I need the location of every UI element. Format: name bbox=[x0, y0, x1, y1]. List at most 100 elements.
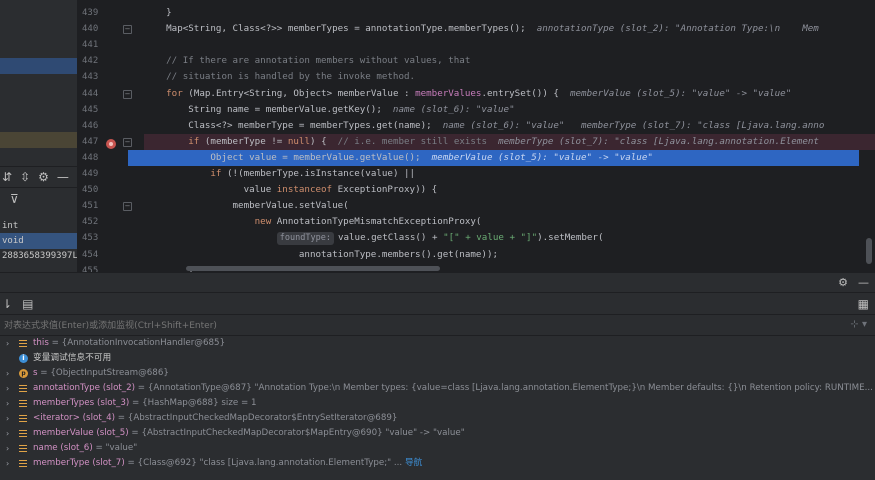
minimize-icon[interactable]: — bbox=[858, 276, 869, 289]
code-token: (memberType != bbox=[199, 135, 288, 147]
inline-debug-value: memberValue (slot_5): "value" -> "value" bbox=[558, 87, 792, 99]
code-line[interactable]: // situation is handled by the invoke me… bbox=[144, 69, 875, 85]
variable-text: <iterator> (slot_4) = {AbstractInputChec… bbox=[33, 411, 397, 426]
frame-row[interactable] bbox=[0, 0, 77, 16]
inline-debug-value: annotationType (slot_2): "Annotation Typ… bbox=[525, 23, 819, 35]
variable-row[interactable]: › memberValue (slot_5) = {AbstractInputCh… bbox=[0, 426, 875, 441]
code-token: (Map.Entry<String, Object> memberValue : bbox=[182, 87, 416, 99]
variable-row[interactable]: › name (slot_6) = "value" bbox=[0, 441, 875, 456]
gear-icon[interactable]: ⚙ bbox=[838, 276, 848, 289]
fold-icon[interactable]: − bbox=[123, 202, 132, 212]
field-icon bbox=[19, 415, 27, 422]
variable-row[interactable]: › this = {AnnotationInvocationHandler@685… bbox=[0, 336, 875, 351]
variable-value: = {AnnotationType@687} "Annotation Type:… bbox=[135, 383, 873, 393]
variable-name: memberValue (slot_5) bbox=[33, 428, 129, 438]
code-line[interactable]: new AnnotationTypeMismatchExceptionProxy… bbox=[144, 214, 875, 230]
expand-arrow-icon[interactable]: › bbox=[6, 441, 9, 456]
inline-debug-value: memberType (slot_7): "class [Ljava.lang.… bbox=[487, 135, 819, 147]
field-icon bbox=[19, 400, 27, 407]
frame-row[interactable] bbox=[0, 58, 77, 74]
history-dropdown-icon[interactable]: ⊹ ▾ bbox=[850, 319, 867, 330]
expand-arrow-icon[interactable]: › bbox=[6, 366, 9, 381]
minimize-icon[interactable]: — bbox=[57, 170, 69, 184]
fold-icon[interactable]: − bbox=[123, 137, 132, 147]
variable-row[interactable]: › annotationType (slot_2) = {AnnotationTy… bbox=[0, 381, 875, 396]
code-line[interactable] bbox=[144, 37, 875, 53]
variable-action-link[interactable]: 导航 bbox=[402, 458, 422, 468]
code-token: null bbox=[287, 135, 310, 147]
gear-icon[interactable]: ⚙ bbox=[38, 170, 49, 184]
frame-row[interactable] bbox=[0, 74, 77, 90]
table-icon[interactable]: ▤ bbox=[22, 297, 33, 311]
current-line-gutter-highlight bbox=[128, 149, 144, 166]
field-icon bbox=[19, 430, 27, 437]
code-line[interactable]: annotationType.members().get(name)); bbox=[144, 247, 875, 263]
code-line[interactable]: foundType: value.getClass() + "[" + value… bbox=[144, 230, 875, 246]
frame-row[interactable] bbox=[0, 90, 77, 106]
code-line[interactable]: Map<String, Class<?>> memberTypes = anno… bbox=[144, 21, 875, 37]
code-line[interactable]: value instanceof ExceptionProxy)) { bbox=[144, 182, 875, 198]
frame-row[interactable] bbox=[0, 32, 77, 48]
frame-row[interactable] bbox=[0, 16, 77, 32]
variable-row[interactable]: i 变量调试信息不可用 bbox=[0, 351, 875, 366]
code-token: AnnotationTypeMismatchExceptionProxy( bbox=[271, 216, 482, 228]
horizontal-scrollbar[interactable] bbox=[186, 266, 440, 271]
layout-icon[interactable]: ▦ bbox=[858, 297, 869, 311]
frame-row[interactable] bbox=[0, 132, 77, 148]
variable-row[interactable]: 2883658399397L bbox=[0, 248, 77, 264]
fold-icon[interactable]: − bbox=[123, 25, 132, 35]
breakpoint-icon[interactable] bbox=[106, 139, 116, 149]
variable-row[interactable]: void bbox=[0, 233, 77, 249]
code-token: Map<String, Class<?>> memberTypes = anno… bbox=[144, 23, 526, 35]
code-token: // situation is handled by the invoke me… bbox=[144, 71, 416, 83]
inline-debug-value: memberValue (slot_5): "value" -> "value" bbox=[420, 151, 653, 163]
code-token: "[" + value + "]" bbox=[443, 232, 538, 244]
code-line[interactable]: if (!(memberType.isInstance(value) || bbox=[144, 166, 875, 182]
variable-value: = {HashMap@688} size = 1 bbox=[129, 398, 257, 408]
variable-row[interactable]: › memberType (slot_7) = {Class@692} "clas… bbox=[0, 456, 875, 471]
code-token: value bbox=[144, 184, 277, 196]
code-token: // If there are annotation members witho… bbox=[144, 55, 471, 67]
variable-row[interactable]: › <iterator> (slot_4) = {AbstractInputChe… bbox=[0, 411, 875, 426]
evaluate-bar: ⊹ ▾ bbox=[0, 314, 875, 336]
expand-arrow-icon[interactable]: › bbox=[6, 426, 9, 441]
code-line[interactable]: String name = memberValue.getKey(); name… bbox=[144, 102, 875, 118]
code-line[interactable]: Object value = memberValue.getValue(); m… bbox=[144, 149, 859, 166]
code-line[interactable]: } bbox=[144, 5, 875, 21]
variable-text: memberValue (slot_5) = {AbstractInputChe… bbox=[33, 426, 465, 441]
variable-row[interactable]: int bbox=[0, 218, 77, 234]
expand-icon[interactable]: ⇵ bbox=[2, 170, 12, 184]
code-line[interactable]: Class<?> memberType = memberTypes.get(na… bbox=[144, 118, 875, 134]
expand-arrow-icon[interactable]: › bbox=[6, 381, 9, 396]
expand-arrow-icon[interactable]: › bbox=[6, 336, 9, 351]
filter-icon[interactable]: ⊽ bbox=[10, 192, 19, 206]
variable-name: <iterator> (slot_4) bbox=[33, 413, 115, 423]
variable-value: = {AbstractInputCheckedMapDecorator$Entr… bbox=[114, 413, 398, 423]
code-line[interactable]: memberValue.setValue( bbox=[144, 198, 875, 214]
collapse-icon[interactable]: ⇳ bbox=[20, 170, 30, 184]
code-token: if bbox=[188, 135, 200, 147]
code-line[interactable]: // If there are annotation members witho… bbox=[144, 53, 875, 69]
variables-tree: › this = {AnnotationInvocationHandler@685… bbox=[0, 336, 875, 480]
variable-row[interactable]: › memberTypes (slot_3) = {HashMap@688} si… bbox=[0, 396, 875, 411]
code-line[interactable]: for (Map.Entry<String, Object> memberVal… bbox=[144, 86, 875, 102]
fold-icon[interactable]: − bbox=[123, 89, 132, 99]
expand-arrow-icon[interactable]: › bbox=[6, 411, 9, 426]
expand-arrow-icon[interactable]: › bbox=[6, 456, 9, 471]
variable-row[interactable]: › p s = {ObjectInputStream@686} bbox=[0, 366, 875, 381]
variable-name: this bbox=[33, 338, 49, 348]
evaluate-expression-input[interactable] bbox=[4, 318, 834, 334]
code-token: annotationType.members().get(name)); bbox=[144, 248, 499, 260]
step-icon[interactable]: ⇂ bbox=[2, 297, 12, 311]
code-token: memberValue.setValue( bbox=[144, 200, 349, 212]
code-line[interactable]: if (memberType != null) { // i.e. member… bbox=[144, 133, 875, 150]
code-editor[interactable]: } Map<String, Class<?>> memberTypes = an… bbox=[144, 0, 875, 272]
code-token: String name = memberValue.getKey(); bbox=[144, 103, 382, 115]
vertical-scrollbar[interactable] bbox=[866, 238, 872, 264]
code-token: // i.e. member still exists bbox=[337, 135, 488, 147]
expand-arrow-icon[interactable]: › bbox=[6, 396, 9, 411]
inline-debug-value: name (slot_6): "value" memberType (slot_… bbox=[431, 119, 825, 131]
code-token: instanceof bbox=[276, 184, 333, 196]
